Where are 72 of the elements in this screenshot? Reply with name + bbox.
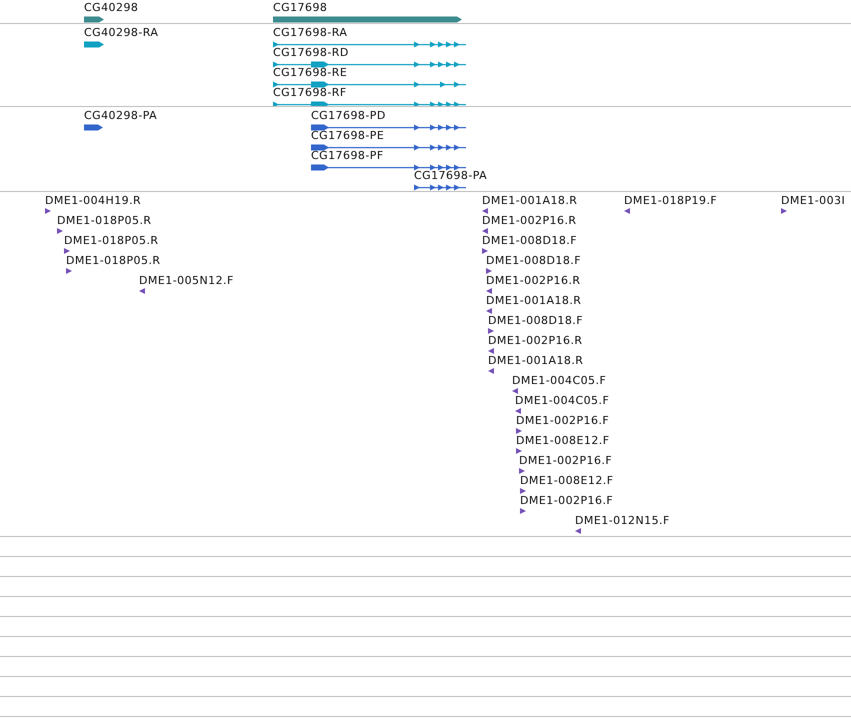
est-label: DME1-002P16.F — [519, 454, 612, 467]
transcript-label: CG17698-RE — [273, 66, 348, 79]
est-label: DME1-018P05.R — [66, 254, 160, 267]
gene-arrow-drawing[interactable] — [84, 16, 104, 23]
right-arrow-icon[interactable] — [57, 228, 63, 234]
transcript-label: CG17698-RA — [273, 26, 348, 39]
left-arrow-icon[interactable] — [488, 348, 494, 354]
right-arrow-icon[interactable] — [45, 208, 51, 214]
right-arrow-icon[interactable] — [520, 508, 526, 514]
left-arrow-icon[interactable] — [486, 288, 492, 294]
protein-label: CG17698-PE — [311, 129, 384, 142]
est-label: DME1-002P16.F — [520, 494, 614, 507]
protein-label: CG17698-PD — [311, 109, 386, 122]
est-label: DME1-002P16.R — [488, 334, 582, 347]
right-arrow-icon[interactable] — [482, 248, 488, 254]
left-arrow-icon[interactable] — [482, 228, 488, 234]
est-label: DME1-002P16.R — [482, 214, 576, 227]
est-label: DME1-008D18.F — [488, 314, 584, 327]
right-arrow-icon[interactable] — [64, 248, 70, 254]
right-arrow-icon[interactable] — [66, 268, 72, 274]
left-arrow-icon[interactable] — [515, 408, 521, 414]
gene-model-drawing[interactable] — [311, 124, 468, 131]
gene-model-drawing[interactable] — [273, 41, 468, 48]
est-label: DME1-004H19.R — [45, 194, 142, 207]
est-label: DME1-008E12.F — [516, 434, 610, 447]
gene-model-drawing[interactable] — [311, 164, 468, 171]
gene-label: CG17698 — [273, 1, 328, 14]
right-arrow-icon[interactable] — [519, 468, 525, 474]
est-label: DME1-004C05.F — [512, 374, 606, 387]
left-arrow-icon[interactable] — [624, 208, 630, 214]
right-arrow-icon[interactable] — [520, 488, 526, 494]
right-arrow-icon[interactable] — [781, 208, 787, 214]
est-label: DME1-008D18.F — [486, 254, 582, 267]
transcript-label: CG17698-RD — [273, 46, 349, 59]
est-label: DME1-004C05.F — [515, 394, 610, 407]
gene-model-drawing[interactable] — [273, 101, 468, 106]
gene-arrow-drawing[interactable] — [84, 124, 103, 131]
gene-model-drawing[interactable] — [273, 81, 468, 88]
est-label: DME1-005N12.F — [139, 274, 234, 287]
est-label: DME1-001A18.R — [486, 294, 582, 307]
gene-model-drawing[interactable] — [414, 184, 468, 191]
right-arrow-icon[interactable] — [516, 428, 522, 434]
gene-model-drawing[interactable] — [273, 61, 468, 68]
protein-label: CG17698-PF — [311, 149, 384, 162]
left-arrow-icon[interactable] — [488, 368, 494, 374]
est-label: DME1-008D18.F — [482, 234, 578, 247]
right-arrow-icon[interactable] — [488, 328, 494, 334]
est-label: DME1-001A18.R — [482, 194, 578, 207]
transcript-label: CG40298-RA — [84, 26, 158, 39]
left-arrow-icon[interactable] — [482, 208, 488, 214]
est-label: DME1-003I — [781, 194, 846, 207]
right-arrow-icon[interactable] — [516, 448, 522, 454]
gene-label: CG40298 — [84, 1, 138, 14]
est-label: DME1-008E12.F — [520, 474, 614, 487]
est-label: DME1-002P16.F — [516, 414, 610, 427]
transcript-label: CG17698-RF — [273, 86, 347, 99]
protein-label: CG40298-PA — [84, 109, 158, 122]
gene-arrow-drawing[interactable] — [273, 16, 462, 23]
est-label: DME1-012N15.F — [575, 514, 670, 527]
left-arrow-icon[interactable] — [486, 308, 492, 314]
protein-label: CG17698-PA — [414, 169, 488, 182]
est-label: DME1-018P05.R — [64, 234, 158, 247]
left-arrow-icon[interactable] — [512, 388, 518, 394]
right-arrow-icon[interactable] — [486, 268, 492, 274]
gene-arrow-drawing[interactable] — [84, 41, 104, 48]
left-arrow-icon[interactable] — [139, 288, 145, 294]
gene-model-drawing[interactable] — [311, 144, 468, 151]
est-label: DME1-001A18.R — [488, 354, 584, 367]
est-label: DME1-018P05.R — [57, 214, 152, 227]
est-label: DME1-002P16.R — [486, 274, 580, 287]
left-arrow-icon[interactable] — [575, 528, 581, 534]
est-label: DME1-018P19.F — [624, 194, 718, 207]
